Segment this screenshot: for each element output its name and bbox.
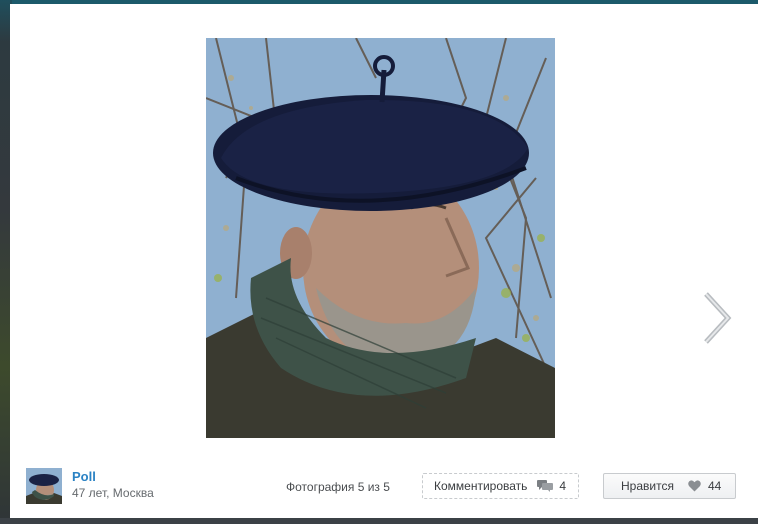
photo-counter: Фотография 5 из 5 [286,480,390,494]
avatar[interactable] [26,468,62,504]
photo-footer: Poll 47 лет, Москва Фотография 5 из 5 Ко… [10,452,758,518]
photo-image [206,38,555,438]
like-count: 44 [707,479,722,493]
photo-viewer-modal: Poll 47 лет, Москва Фотография 5 из 5 Ко… [10,4,758,518]
heart-icon [688,480,701,492]
like-label: Нравится [621,479,674,493]
comment-count: 4 [559,479,567,493]
like-button[interactable]: Нравится 44 [603,473,736,499]
chevron-right-icon [704,292,732,344]
comment-label: Комментировать [434,479,528,493]
avatar-image [26,468,62,504]
photo[interactable] [206,38,555,438]
author-name-link[interactable]: Poll [72,469,96,484]
comments-icon [537,480,554,492]
background-page-bottom [0,518,758,524]
comment-button[interactable]: Комментировать 4 [422,473,579,499]
author-meta: 47 лет, Москва [72,486,154,500]
next-photo-button[interactable] [700,288,736,348]
